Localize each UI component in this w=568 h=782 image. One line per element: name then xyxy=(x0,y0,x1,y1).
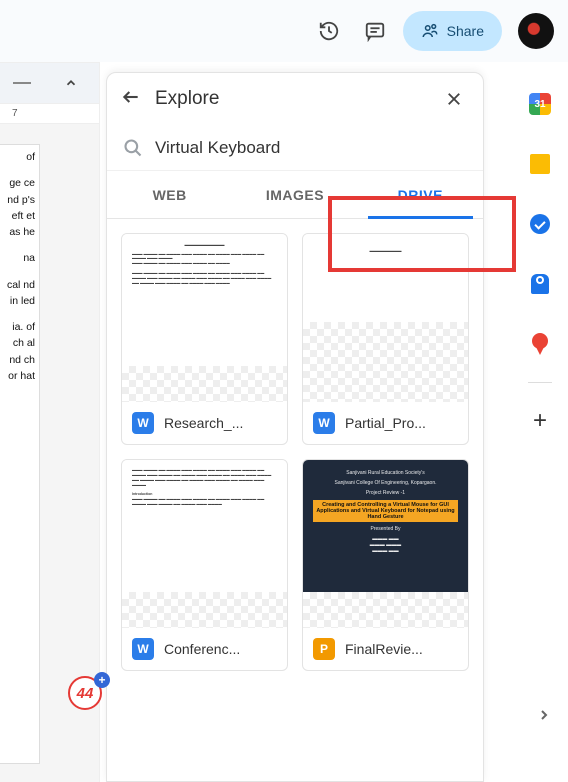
result-filename: FinalRevie... xyxy=(345,641,423,657)
contacts-icon[interactable] xyxy=(528,272,552,296)
divider-icon xyxy=(13,82,31,84)
result-thumbnail: Sanjivani Rural Education Society's Sanj… xyxy=(303,460,468,592)
share-button[interactable]: Share xyxy=(403,11,502,51)
slide-highlight: Creating and Controlling a Virtual Mouse… xyxy=(313,500,458,522)
ruler-mark: 7 xyxy=(12,108,18,119)
collapse-chevron-up-icon[interactable] xyxy=(56,68,86,98)
thumbnail-transparent-area xyxy=(122,592,287,628)
result-filename: Partial_Pro... xyxy=(345,415,426,431)
result-filename: Conferenc... xyxy=(164,641,240,657)
badge-count: 44 xyxy=(77,685,94,702)
ruler: 7 xyxy=(0,104,99,124)
slide-line: Project Review -1 xyxy=(313,490,458,496)
doc-text-fragment: ia. of ch al nd ch or hat xyxy=(4,319,35,384)
result-card[interactable]: Sanjivani Rural Education Society's Sanj… xyxy=(302,459,469,671)
right-side-panel: 31 + xyxy=(512,62,568,782)
badge-plus-icon: + xyxy=(94,672,110,688)
notifications-badge[interactable]: 44 + xyxy=(68,676,106,714)
doc-text-fragment: of xyxy=(4,149,35,165)
thumbnail-transparent-area xyxy=(303,322,468,402)
add-addon-button[interactable]: + xyxy=(528,409,552,433)
rail-divider xyxy=(528,382,552,383)
doc-toolbar xyxy=(0,62,99,104)
result-footer: W Partial_Pro... xyxy=(303,402,468,444)
slide-line: Sanjivani College Of Engineering, Koparg… xyxy=(313,480,458,486)
close-icon[interactable] xyxy=(439,84,469,114)
search-icon xyxy=(123,138,143,158)
back-arrow-icon[interactable] xyxy=(121,87,141,112)
calendar-icon[interactable]: 31 xyxy=(528,92,552,116)
doc-text-fragment: ge ce nd p's eft et as he xyxy=(4,175,35,240)
result-footer: P FinalRevie... xyxy=(303,628,468,670)
comments-icon[interactable] xyxy=(357,13,393,49)
keep-icon[interactable] xyxy=(528,152,552,176)
search-row xyxy=(107,125,483,171)
result-thumbnail: ▬▬▬▬▬▬▬▬ xyxy=(303,234,468,322)
thumbnail-transparent-area xyxy=(122,366,287,402)
doc-text-fragment: na xyxy=(4,250,35,266)
result-footer: W Conferenc... xyxy=(122,628,287,670)
result-footer: W Research_... xyxy=(122,402,287,444)
result-card[interactable]: ▬▬▬ ▬▬▬▬ ▬▬ ▬▬▬▬ ▬▬▬ ▬▬▬▬ ▬▬ ▬▬▬▬ ▬▬▬ ▬▬… xyxy=(121,459,288,671)
share-label: Share xyxy=(447,23,484,39)
result-thumbnail: ▬▬▬ ▬▬▬▬ ▬▬ ▬▬▬▬ ▬▬▬ ▬▬▬▬ ▬▬ ▬▬▬▬ ▬▬▬ ▬▬… xyxy=(122,460,287,592)
history-icon[interactable] xyxy=(311,13,347,49)
tab-images[interactable]: IMAGES xyxy=(232,171,357,218)
slide-line: Sanjivani Rural Education Society's xyxy=(313,470,458,476)
explore-title: Explore xyxy=(155,88,425,110)
collapse-panel-chevron-right-icon[interactable] xyxy=(536,707,552,728)
top-toolbar: Share xyxy=(0,0,568,62)
thumbnail-transparent-area xyxy=(303,592,468,628)
avatar[interactable] xyxy=(518,13,554,49)
maps-icon[interactable] xyxy=(528,332,552,356)
explore-panel: Explore WEB IMAGES DRIVE ▬▬▬▬▬▬▬▬▬▬▬▬▬ ▬… xyxy=(106,72,484,782)
slide-line: Presented By xyxy=(313,526,458,532)
result-card[interactable]: ▬▬▬▬▬▬▬▬ W Partial_Pro... xyxy=(302,233,469,445)
word-file-icon: W xyxy=(132,638,154,660)
calendar-day-number: 31 xyxy=(534,99,545,110)
explore-tabs: WEB IMAGES DRIVE xyxy=(107,171,483,219)
tab-web[interactable]: WEB xyxy=(107,171,232,218)
tasks-icon[interactable] xyxy=(528,212,552,236)
word-file-icon: W xyxy=(132,412,154,434)
result-card[interactable]: ▬▬▬▬▬▬▬▬▬▬▬▬▬ ▬▬▬▬ ▬▬ ▬▬▬▬ ▬▬▬ ▬▬▬▬ ▬▬ ▬… xyxy=(121,233,288,445)
search-input[interactable] xyxy=(155,138,467,158)
document-page[interactable]: of ge ce nd p's eft et as he na cal nd i… xyxy=(0,144,40,764)
doc-text-fragment: cal nd in led xyxy=(4,277,35,310)
results-grid: ▬▬▬▬▬▬▬▬▬▬▬▬▬ ▬▬▬▬ ▬▬ ▬▬▬▬ ▬▬▬ ▬▬▬▬ ▬▬ ▬… xyxy=(107,219,483,685)
explore-header: Explore xyxy=(107,73,483,125)
tab-drive[interactable]: DRIVE xyxy=(358,171,483,218)
document-background: 7 of ge ce nd p's eft et as he na cal nd… xyxy=(0,62,100,782)
result-thumbnail: ▬▬▬▬▬▬▬▬▬▬▬▬▬ ▬▬▬▬ ▬▬ ▬▬▬▬ ▬▬▬ ▬▬▬▬ ▬▬ ▬… xyxy=(122,234,287,366)
slides-file-icon: P xyxy=(313,638,335,660)
word-file-icon: W xyxy=(313,412,335,434)
result-filename: Research_... xyxy=(164,415,243,431)
